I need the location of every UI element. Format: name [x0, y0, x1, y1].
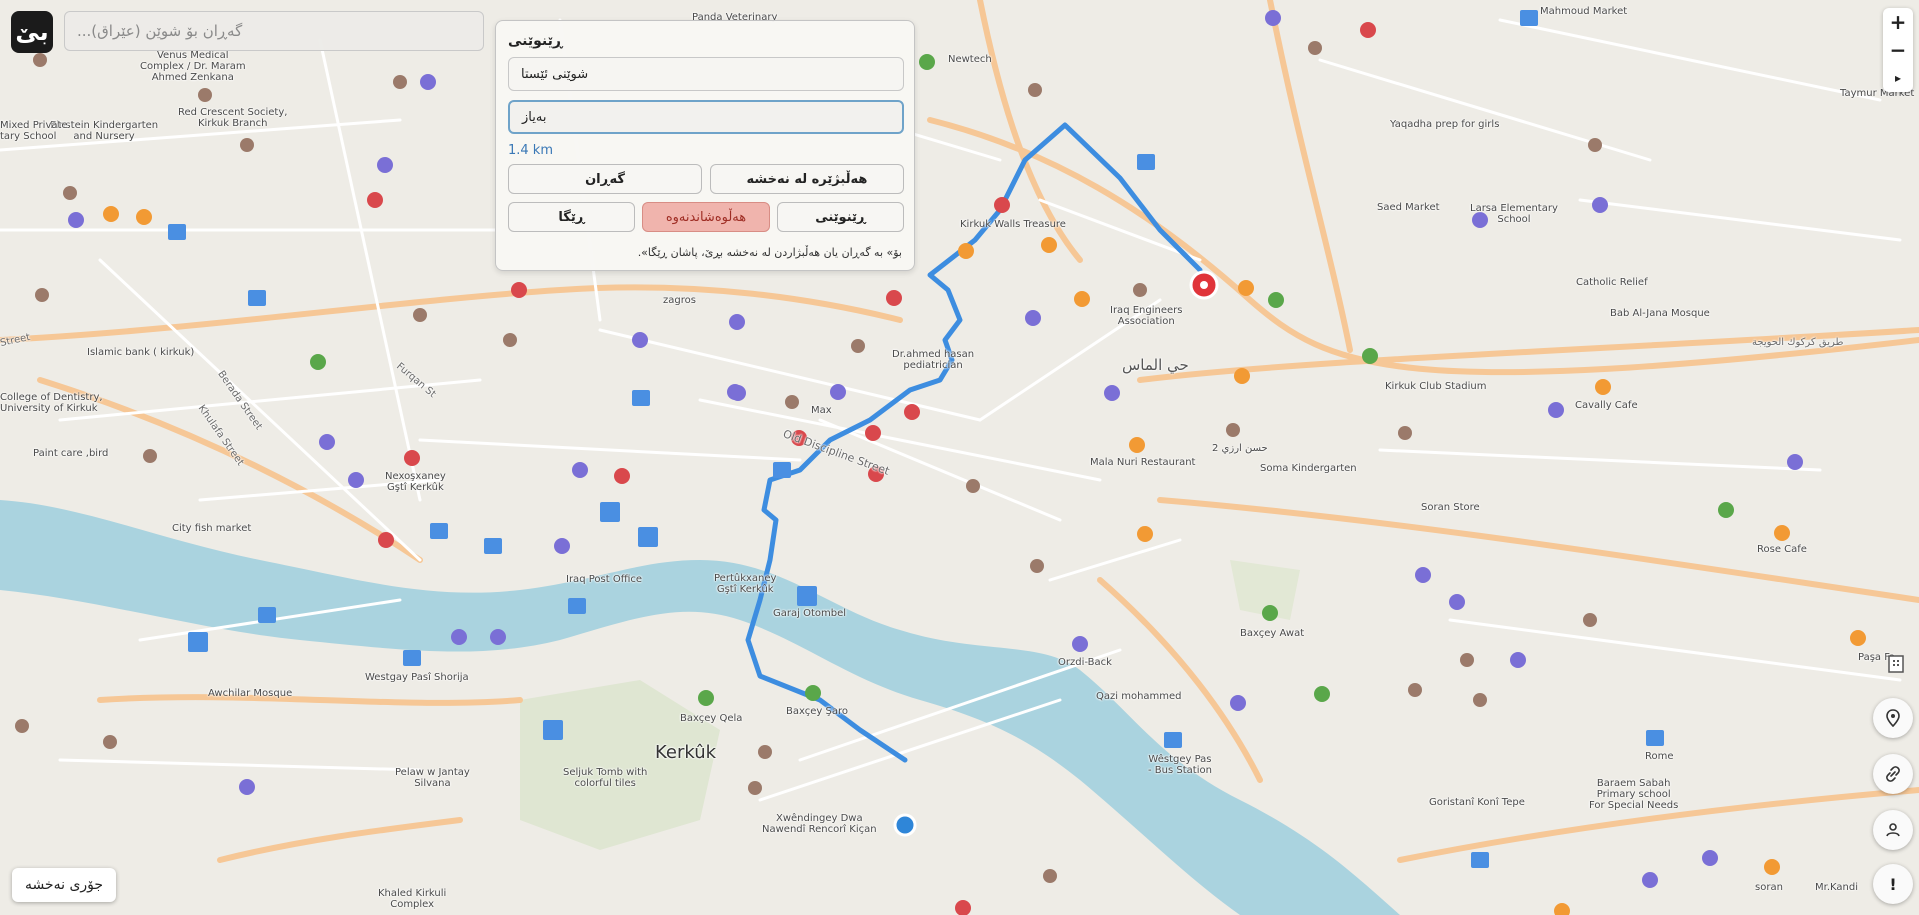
place-label: Mala Nuri Restaurant [1090, 457, 1196, 468]
place-label: Paint care ,bird [33, 448, 109, 459]
place-label: Pelaw w Jantay Silvana [395, 767, 470, 789]
place-label: Iraq Engineers Association [1110, 305, 1183, 327]
place-label: soran [1755, 882, 1783, 893]
collapse-button[interactable]: ▸ [1883, 64, 1913, 92]
current-location-marker [893, 813, 917, 837]
pick-on-map-button[interactable]: هەڵبژێرە لە نەخشە [710, 164, 904, 194]
zoom-control: + − ▸ [1883, 8, 1913, 92]
map-type-button[interactable]: جۆری نەخشە [12, 868, 116, 902]
place-label: College of Dentistry, University of Kirk… [0, 392, 103, 414]
place-label: zagros [663, 295, 696, 306]
place-label: Dr.ahmed hasan pediatrician [892, 349, 975, 371]
place-label: Goristanî Konî Tepe [1429, 797, 1525, 808]
origin-field[interactable]: شوێنی ئێستا [508, 57, 904, 91]
destination-field[interactable]: بەیاز [508, 100, 904, 134]
place-label: Wêstgey Pas - Bus Station [1148, 754, 1212, 776]
report-icon: ! [1889, 874, 1897, 894]
link-icon [1886, 766, 1900, 782]
panel-title: ڕێنوێنی [508, 33, 563, 49]
directions-panel: ڕێنوێنی شوێنی ئێستا بەیاز 1.4 km گەڕان ه… [495, 20, 915, 271]
place-label: Larsa Elementary School [1470, 203, 1558, 225]
place-label: Venus Medical Complex / Dr. Maram Ahmed … [140, 50, 246, 83]
place-label: Nexoşxaney Gştî Kerkûk [385, 471, 446, 493]
location-pin-button[interactable] [1873, 698, 1913, 738]
place-label: Pertûkxaney Gştî Kerkûk [714, 573, 777, 595]
zoom-out-button[interactable]: − [1883, 36, 1913, 64]
place-label: Iraq Post Office [566, 574, 643, 585]
person-location-icon [1886, 823, 1900, 837]
share-link-button[interactable] [1873, 754, 1913, 794]
place-label: Saed Market [1377, 202, 1440, 213]
place-label: Bab Al-Jana Mosque [1610, 308, 1710, 319]
place-label: Yaqadha prep for girls [1390, 119, 1500, 130]
route-distance: 1.4 km [508, 143, 553, 158]
place-label: Baxçey Awat [1240, 628, 1305, 639]
location-pin-icon [1886, 709, 1900, 727]
city-label: Kerkûk [655, 742, 717, 763]
place-label: Mr.Kandi [1815, 882, 1858, 893]
place-label: Cavally Cafe [1575, 400, 1638, 411]
zoom-in-button[interactable]: + [1883, 8, 1913, 36]
place-label: Kirkuk Walls Treasure [960, 219, 1066, 230]
place-label: Orzdi-Back [1058, 657, 1112, 668]
place-label: Newtech [948, 54, 992, 65]
place-label: Mixed Private tary School [0, 120, 68, 142]
place-label: Westgay Pasî Shorija [365, 672, 469, 683]
place-label: Baxçey Şaro [786, 706, 848, 717]
place-label: Mahmoud Market [1540, 6, 1628, 17]
building-icon[interactable] [1885, 652, 1907, 674]
place-label: Catholic Relief [1576, 277, 1648, 288]
place-label: Baraem Sabah Primary school For Special … [1589, 778, 1679, 811]
directions-button[interactable]: ڕێنوێنی [777, 202, 904, 232]
place-label: Kirkuk Club Stadium [1385, 381, 1487, 392]
place-label: Qazi mohammed [1096, 691, 1182, 702]
place-label: Soma Kindergarten [1260, 463, 1357, 474]
search-input[interactable]: گەڕان بۆ شوێن (عێراق)... [64, 11, 484, 51]
place-label: Khaled Kirkuli Complex [378, 888, 447, 910]
place-label: Soran Store [1421, 502, 1480, 513]
place-label: Awchilar Mosque [208, 688, 293, 699]
street-label: طريق كركوك الحويجة [1752, 337, 1844, 348]
place-label: Islamic bank ( kirkuk) [87, 347, 195, 358]
my-location-button[interactable] [1873, 810, 1913, 850]
place-label: Rose Cafe [1757, 544, 1807, 555]
place-label: Red Crescent Society, Kirkuk Branch [178, 107, 288, 129]
app-logo[interactable]: بێ [11, 11, 53, 53]
place-label: Max [811, 405, 832, 416]
place-label: Garaj Otombel [773, 608, 847, 619]
clear-button[interactable]: هەڵوەشاندنەوە [642, 202, 770, 232]
report-button[interactable]: ! [1873, 864, 1913, 904]
place-label: Rome [1645, 751, 1674, 762]
place-label: Baxçey Qela [680, 713, 743, 724]
place-label: Seljuk Tomb with colorful tiles [563, 767, 648, 789]
place-label: Xwêndingey Dwa Nawendî Rencorî Kiçan [762, 813, 877, 835]
panel-hint: بۆ» بە گەڕان یان هەڵبژاردن لە نەخشە بڕێ،… [637, 246, 902, 259]
place-label: حسن ارزي 2 [1212, 443, 1268, 454]
search-button[interactable]: گەڕان [508, 164, 702, 194]
route-button[interactable]: ڕێگا [508, 202, 635, 232]
place-label: City fish market [172, 523, 252, 534]
district-label: حي الماس [1122, 356, 1189, 374]
